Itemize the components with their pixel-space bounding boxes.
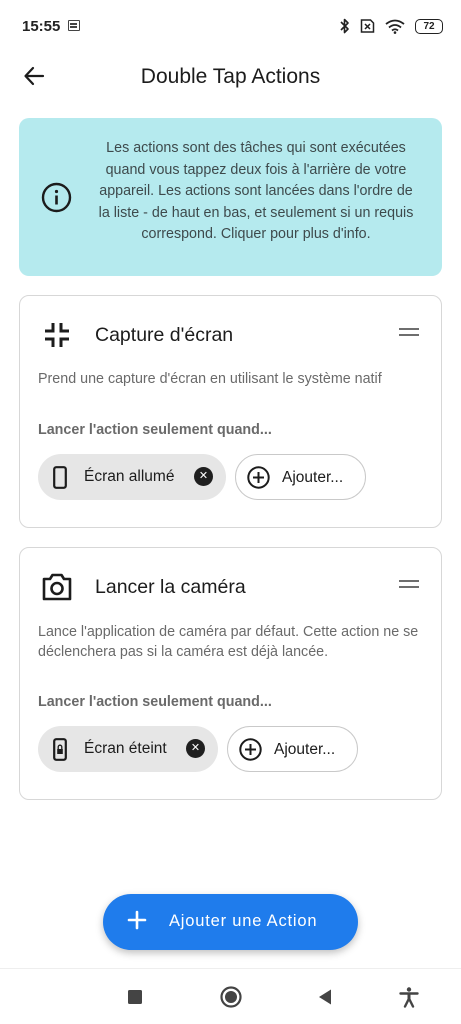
remove-condition-icon[interactable]: ✕ [186, 739, 205, 758]
battery-icon: 72 [415, 18, 443, 34]
phone-icon [53, 466, 67, 489]
add-circle-icon [247, 466, 270, 489]
action-title: Lancer la caméra [95, 576, 246, 598]
wifi-icon [385, 19, 405, 34]
action-title: Capture d'écran [95, 324, 234, 346]
phone-lock-icon [53, 738, 67, 761]
recents-icon [128, 990, 142, 1004]
condition-label: Écran allumé [84, 468, 175, 485]
add-condition-label: Ajouter... [282, 469, 344, 486]
add-condition-button[interactable]: Ajouter... [235, 454, 366, 500]
recents-button[interactable] [121, 983, 149, 1011]
condition-chip[interactable]: Écran éteint ✕ [38, 726, 218, 772]
add-action-button[interactable]: Ajouter une Action [103, 894, 358, 950]
plus-icon [127, 910, 147, 930]
add-condition-label: Ajouter... [274, 741, 336, 758]
condition-label: Écran éteint [84, 740, 167, 757]
system-nav-bar [0, 968, 461, 1024]
gallery-icon [68, 20, 80, 31]
drag-handle-icon[interactable] [399, 580, 419, 588]
info-banner[interactable]: Les actions sont des tâches qui sont exé… [19, 118, 442, 276]
home-icon [220, 986, 242, 1008]
bluetooth-icon [340, 18, 349, 34]
info-text: Les actions sont des tâches qui sont exé… [98, 140, 414, 242]
drag-handle-icon[interactable] [399, 328, 419, 336]
requirement-label: Lancer l'action seulement quand... [38, 422, 272, 438]
add-condition-button[interactable]: Ajouter... [227, 726, 358, 772]
info-circle-icon [41, 182, 72, 213]
page-title: Double Tap Actions [140, 65, 321, 88]
add-action-label: Ajouter une Action [169, 912, 318, 930]
camera-icon [40, 570, 74, 604]
action-description: Lance l'application de caméra par défaut… [38, 624, 419, 660]
action-description: Prend une capture d'écran en utilisant l… [38, 371, 382, 387]
status-time: 15:55 [22, 18, 61, 35]
status-icons: 72 [340, 17, 443, 35]
add-circle-icon [239, 738, 262, 761]
home-button[interactable] [217, 983, 245, 1011]
app-bar: Double Tap Actions [0, 52, 461, 104]
accessibility-button[interactable] [395, 983, 423, 1011]
nav-back-button[interactable] [311, 983, 339, 1011]
no-sim-icon [360, 19, 375, 33]
screenshot-icon [40, 318, 74, 352]
action-card[interactable]: Capture d'écran Prend une capture d'écra… [19, 295, 442, 528]
requirement-label: Lancer l'action seulement quand... [38, 694, 272, 710]
condition-chip[interactable]: Écran allumé ✕ [38, 454, 226, 500]
remove-condition-icon[interactable]: ✕ [194, 467, 213, 486]
status-bar: 15:55 72 [0, 0, 461, 52]
back-icon [319, 989, 331, 1005]
action-card[interactable]: Lancer la caméra Lance l'application de … [19, 547, 442, 800]
accessibility-icon [399, 987, 419, 1008]
